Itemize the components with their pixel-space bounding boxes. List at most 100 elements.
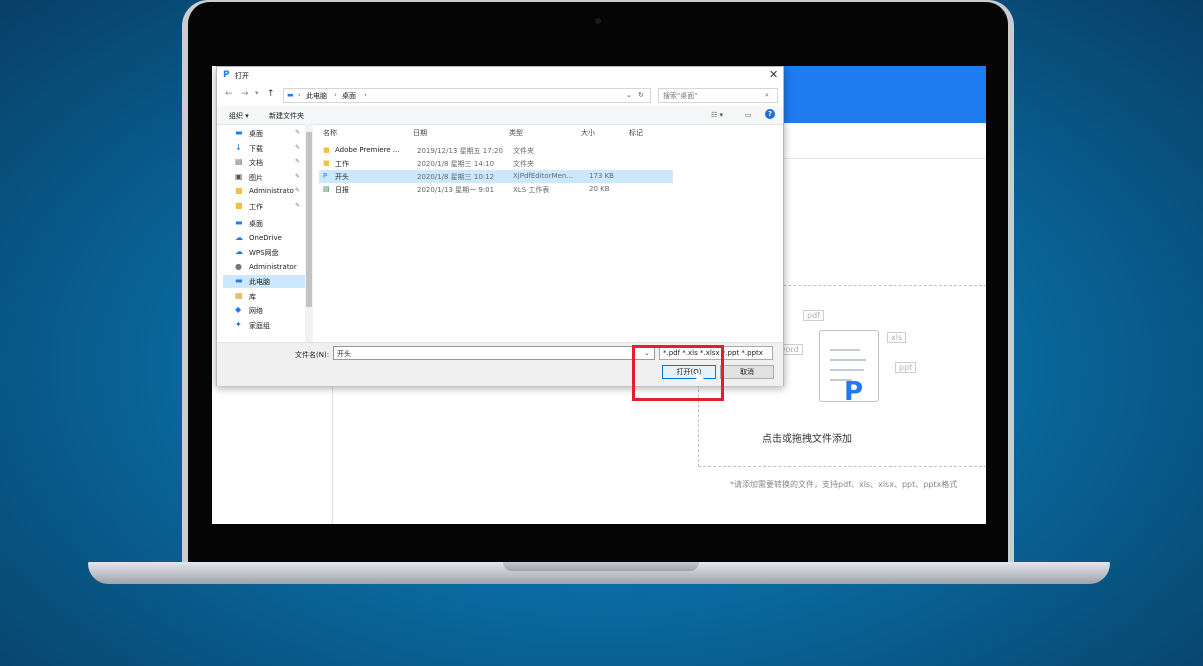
refresh-icon[interactable]: ↻: [638, 91, 644, 99]
new-folder-button[interactable]: 新建文件夹: [269, 111, 304, 121]
pin-icon: ✎: [295, 129, 301, 136]
nav-item-label: 图片: [249, 173, 263, 182]
file-size: 20 KB: [589, 185, 610, 193]
nav-item-label: Administrato: [249, 187, 294, 195]
pin-icon: ✎: [295, 201, 301, 209]
file-tag-ppt: ppt: [895, 362, 917, 373]
nav-item[interactable]: ▤ 文档 ✎: [223, 156, 305, 169]
column-date[interactable]: 日期: [413, 128, 427, 138]
preview-pane-icon[interactable]: ▭: [745, 111, 752, 119]
app-divider: [778, 158, 986, 159]
help-icon[interactable]: ?: [765, 109, 775, 119]
nav-item-label: 文档: [249, 159, 263, 167]
cloud-icon: ☁: [235, 247, 243, 256]
scrollbar-thumb[interactable]: [306, 132, 312, 307]
pin-icon: ✎: [295, 143, 301, 151]
chevron-down-icon[interactable]: ⌄: [626, 91, 632, 99]
library-icon: ▦: [235, 290, 243, 300]
app-logo-icon: P: [223, 70, 230, 80]
breadcrumb-desktop[interactable]: 桌面: [342, 91, 356, 101]
nav-item-label: 库: [249, 292, 256, 301]
file-type: 文件夹: [513, 147, 534, 155]
file-date: 2020/1/8 星期三 10:12: [417, 173, 495, 181]
column-size[interactable]: 大小: [581, 128, 595, 138]
supported-formats-note: *请添加需要转换的文件，支持pdf、xls、xlsx、ppt、pptx格式: [730, 480, 958, 489]
homegroup-icon: ✦: [235, 319, 242, 329]
app-header: [782, 66, 986, 123]
app-divider-vertical: [332, 384, 333, 524]
highlight-box: [632, 345, 724, 401]
address-bar[interactable]: ▬ › 此电脑 › 桌面 › ⌄ ↻: [283, 88, 651, 103]
nav-item[interactable]: ▦ 库: [223, 290, 305, 303]
nav-scrollbar[interactable]: [305, 124, 313, 342]
cancel-button[interactable]: 取消: [720, 365, 774, 379]
forward-arrow-icon[interactable]: →: [241, 89, 249, 99]
nav-item[interactable]: ▬ 此电脑: [223, 275, 305, 288]
file-tag-pdf: pdf: [803, 310, 824, 321]
file-type: XLS 工作表: [513, 186, 550, 194]
user-icon: ●: [235, 261, 242, 271]
file-tag-xls: xls: [887, 332, 907, 343]
open-file-dialog: P 打开 ✕ ← → ▾ ↑ ▬ › 此电脑 › 桌面 › ⌄ ↻ 搜索"桌面"…: [216, 66, 784, 386]
computer-icon: ▬: [235, 276, 243, 285]
nav-item[interactable]: ☁ WPS网盘: [223, 246, 305, 259]
close-icon[interactable]: ✕: [769, 68, 778, 81]
file-row[interactable]: ▤ 日报 2020/1/13 星期一 9:01 XLS 工作表 20 KB: [319, 183, 673, 196]
column-tags[interactable]: 标记: [629, 128, 643, 138]
file-type: XjPdfEditorMen...: [513, 172, 574, 180]
image-icon: ▣: [235, 171, 243, 181]
navigation-pane: ▬ 桌面 ✎ ↓ 下载 ✎ ▤ 文档 ✎ ▣ 图片 ✎ ■ Administrato ✎ ■ 工作 ✎ ▬ 桌面 ☁ On…: [217, 124, 313, 342]
file-size: 173 KB: [589, 172, 614, 180]
search-input[interactable]: 搜索"桌面" ⌕: [658, 88, 778, 103]
nav-item[interactable]: ↓ 下载 ✎: [223, 142, 305, 155]
xls-icon: ▤: [323, 185, 330, 193]
nav-item[interactable]: ▣ 图片 ✎: [223, 171, 305, 184]
nav-item-label: 工作: [249, 202, 263, 211]
back-arrow-icon[interactable]: ←: [225, 89, 233, 99]
nav-item-label: Administrator: [249, 262, 297, 271]
up-arrow-icon[interactable]: ↑: [267, 89, 275, 99]
breadcrumb-computer[interactable]: 此电脑: [306, 91, 327, 101]
folder-icon: ■: [235, 186, 243, 195]
nav-item[interactable]: ■ 工作 ✎: [223, 200, 305, 213]
document-icon: ▤: [235, 157, 243, 166]
nav-item[interactable]: ▬ 桌面 ✎: [223, 127, 305, 140]
nav-item[interactable]: ● Administrator: [223, 261, 305, 274]
view-options-icon[interactable]: ☷ ▾: [711, 111, 723, 119]
search-placeholder: 搜索"桌面": [663, 92, 698, 100]
column-type[interactable]: 类型: [509, 128, 523, 138]
nav-item[interactable]: ✦ 家庭组: [223, 319, 305, 332]
organize-button[interactable]: 组织 ▾: [229, 111, 249, 121]
file-row[interactable]: P 开头 2020/1/8 星期三 10:12 XjPdfEditorMen... 17…: [319, 170, 673, 183]
dialog-title: 打开: [235, 72, 249, 80]
computer-icon: ▬: [287, 91, 294, 99]
file-date: 2019/12/13 星期五 17:20: [417, 147, 503, 155]
file-date: 2020/1/8 星期三 14:10: [417, 160, 495, 168]
nav-item-label: 下载: [249, 144, 263, 153]
folder-icon: ■: [323, 146, 330, 154]
dialog-title-bar[interactable]: P 打开 ✕: [217, 67, 783, 85]
nav-item[interactable]: ◆ 网络: [223, 304, 305, 317]
nav-item-label: OneDrive: [249, 233, 282, 242]
search-icon: ⌕: [765, 91, 769, 99]
nav-item-label: 此电脑: [249, 278, 270, 286]
nav-item[interactable]: ▬ 桌面: [223, 217, 305, 230]
filename-input[interactable]: 开头 ⌄: [333, 346, 655, 360]
nav-item-label: 家庭组: [249, 321, 270, 330]
file-list: 名称 日期 类型 大小 标记 ■ Adobe Premiere ... 2019/1…: [315, 124, 783, 342]
pin-icon: ✎: [295, 187, 301, 194]
file-row[interactable]: ■ Adobe Premiere ... 2019/12/13 星期五 17:20 文…: [319, 144, 673, 157]
file-row[interactable]: ■ 工作 2020/1/8 星期三 14:10 文件夹: [319, 157, 673, 170]
cloud-icon: ☁: [235, 232, 243, 242]
nav-item-label: WPS网盘: [249, 249, 279, 257]
nav-item[interactable]: ☁ OneDrive: [223, 232, 305, 245]
file-name: 开头: [335, 173, 349, 181]
webcam: [595, 18, 601, 24]
desktop-icon: ▬: [235, 218, 243, 227]
nav-item[interactable]: ■ Administrato ✎: [223, 185, 305, 198]
desktop-icon: ▬: [235, 128, 243, 137]
filename-value: 开头: [337, 350, 351, 358]
folder-icon: ■: [235, 200, 243, 210]
recent-dropdown-icon[interactable]: ▾: [255, 89, 259, 97]
column-name[interactable]: 名称: [323, 128, 337, 138]
